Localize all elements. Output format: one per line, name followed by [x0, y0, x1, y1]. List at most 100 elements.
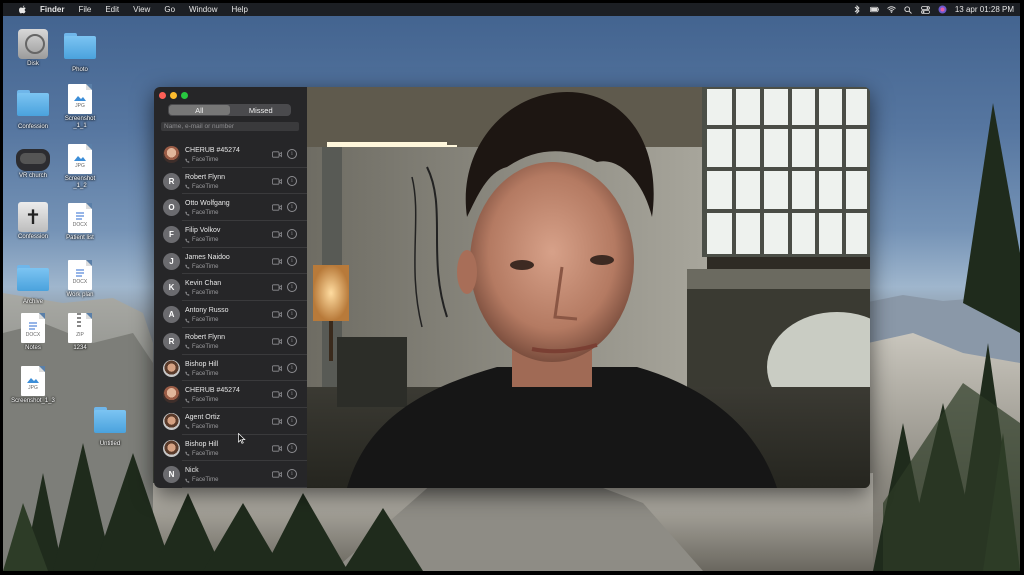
call-list-item[interactable]: R Robert Flynn FaceTime i	[154, 168, 307, 195]
video-camera-icon[interactable]	[272, 258, 282, 265]
menu-bar: Finder File Edit View Go Window Help 13 …	[3, 3, 1020, 16]
folder-icon	[64, 33, 96, 59]
call-type-label: FaceTime	[192, 210, 219, 217]
video-camera-icon[interactable]	[272, 471, 282, 478]
desktop-icon-patient-list[interactable]: DOCX Patient list	[50, 202, 110, 242]
desktop-icon-work-plan[interactable]: DOCX Work plan	[50, 259, 110, 299]
menu-help[interactable]: Help	[231, 5, 247, 14]
call-list-item[interactable]: A Antony Russo FaceTime i	[154, 301, 307, 328]
info-icon[interactable]: i	[287, 229, 297, 240]
zoom-button[interactable]	[181, 92, 188, 99]
menu-edit[interactable]: Edit	[105, 5, 119, 14]
apple-menu-icon[interactable]	[18, 5, 28, 15]
call-type: FaceTime	[185, 371, 218, 377]
search-input[interactable]	[161, 122, 299, 131]
phone-icon	[185, 238, 190, 243]
call-list-item[interactable]: F Filip Volkov FaceTime i	[154, 221, 307, 248]
info-icon[interactable]: i	[287, 442, 297, 453]
phone-icon	[185, 211, 190, 216]
info-icon[interactable]: i	[287, 282, 297, 293]
control-center-icon[interactable]	[920, 5, 930, 14]
call-list-item[interactable]: CHERUB #45274 FaceTime i	[154, 381, 307, 408]
contact-name: Bishop Hill	[185, 360, 219, 368]
phone-icon	[185, 371, 190, 376]
close-button[interactable]	[159, 92, 166, 99]
wifi-icon[interactable]	[887, 5, 896, 14]
menu-window[interactable]: Window	[189, 5, 217, 14]
call-list-item[interactable]: CHERUB #45274 FaceTime i	[154, 141, 307, 168]
contact-initial-avatar: J	[163, 252, 180, 270]
info-icon[interactable]: i	[287, 149, 297, 159]
call-list-item[interactable]: Bishop Hill FaceTime i	[154, 355, 307, 382]
video-camera-icon[interactable]	[272, 418, 282, 425]
siri-icon[interactable]	[938, 5, 947, 14]
call-list-item[interactable]: Bishop Hill FaceTime i	[154, 435, 307, 462]
call-list-item[interactable]: Agent Ortiz FaceTime i	[154, 408, 307, 435]
call-type-label: FaceTime	[192, 397, 219, 404]
contact-initial-avatar: O	[163, 199, 180, 217]
desktop-icon-untitled[interactable]: Untitled	[80, 403, 140, 448]
call-list-item[interactable]: R Robert Flynn FaceTime i	[154, 328, 307, 355]
bluetooth-icon[interactable]	[853, 5, 862, 14]
call-type: FaceTime	[185, 344, 218, 350]
folder-icon	[94, 407, 126, 433]
hard-disk-icon	[18, 29, 48, 59]
video-camera-icon[interactable]	[272, 284, 282, 292]
docx-file-icon: DOCX	[68, 203, 92, 233]
desktop-icon-screenshot-1-3[interactable]: JPG Screenshot_1_3	[3, 365, 63, 405]
info-icon[interactable]: i	[287, 415, 297, 426]
minimize-button[interactable]	[170, 92, 177, 99]
video-camera-icon[interactable]	[272, 391, 282, 398]
info-icon[interactable]: i	[287, 309, 297, 320]
video-camera-icon[interactable]	[272, 364, 282, 372]
info-icon[interactable]: i	[287, 335, 297, 346]
zip-file-icon: ZIP	[68, 313, 92, 343]
video-camera-icon[interactable]	[272, 204, 282, 211]
call-list-item[interactable]: O Otto Wolfgang FaceTime i	[154, 194, 307, 221]
call-list-item[interactable]: J James Naidoo FaceTime i	[154, 248, 307, 275]
call-list-item[interactable]: K Kevin Chan FaceTime i	[154, 274, 307, 301]
clock-datetime[interactable]: 13 apr 01:28 PM	[955, 5, 1014, 14]
call-type-label: FaceTime	[192, 477, 219, 484]
folder-icon	[17, 90, 49, 116]
info-icon[interactable]: i	[287, 175, 297, 186]
desktop-icon-screenshot-1-2[interactable]: JPG Screenshot _1_2	[50, 143, 110, 190]
info-icon[interactable]: i	[287, 255, 297, 266]
call-list-item[interactable]: N Nick FaceTime i	[154, 461, 307, 488]
contact-name: Antony Russo	[185, 307, 229, 315]
mouse-cursor-icon	[238, 433, 246, 444]
desktop-icon-screenshot-1-1[interactable]: JPG Screenshot _1_1	[50, 83, 110, 130]
info-icon[interactable]: i	[287, 389, 297, 400]
menu-view[interactable]: View	[133, 5, 150, 14]
video-camera-icon[interactable]	[272, 151, 282, 158]
desktop-icon-zip-1234[interactable]: ZIP 1234	[50, 312, 110, 352]
menu-finder[interactable]: Finder	[40, 5, 64, 14]
contact-photo-avatar	[163, 412, 180, 430]
call-type: FaceTime	[185, 290, 218, 296]
contact-name: Nick	[185, 467, 199, 475]
folder-icon	[17, 265, 49, 291]
video-camera-icon[interactable]	[272, 444, 282, 452]
spotlight-search-icon[interactable]	[904, 5, 913, 14]
desktop-icon-photo[interactable]: Photo	[50, 29, 110, 74]
contact-initial-avatar: R	[163, 332, 180, 350]
info-icon[interactable]: i	[287, 362, 297, 373]
tab-all[interactable]: All	[169, 105, 230, 115]
info-icon[interactable]: i	[287, 469, 297, 480]
menu-go[interactable]: Go	[164, 5, 175, 14]
contact-name: Filip Volkov	[185, 227, 221, 235]
contact-initial-avatar: R	[163, 172, 180, 190]
call-type: FaceTime	[185, 264, 218, 270]
video-camera-icon[interactable]	[272, 231, 282, 238]
tab-missed[interactable]: Missed	[231, 104, 292, 116]
video-camera-icon[interactable]	[272, 311, 282, 318]
contact-name: Kevin Chan	[185, 280, 222, 288]
battery-icon[interactable]	[869, 5, 879, 14]
info-icon[interactable]: i	[287, 202, 297, 213]
video-camera-icon[interactable]	[272, 338, 282, 345]
call-type: FaceTime	[185, 184, 218, 190]
menu-file[interactable]: File	[78, 5, 91, 14]
video-call-feed[interactable]	[307, 87, 870, 488]
video-camera-icon[interactable]	[272, 178, 282, 185]
contact-name: Robert Flynn	[185, 173, 226, 181]
